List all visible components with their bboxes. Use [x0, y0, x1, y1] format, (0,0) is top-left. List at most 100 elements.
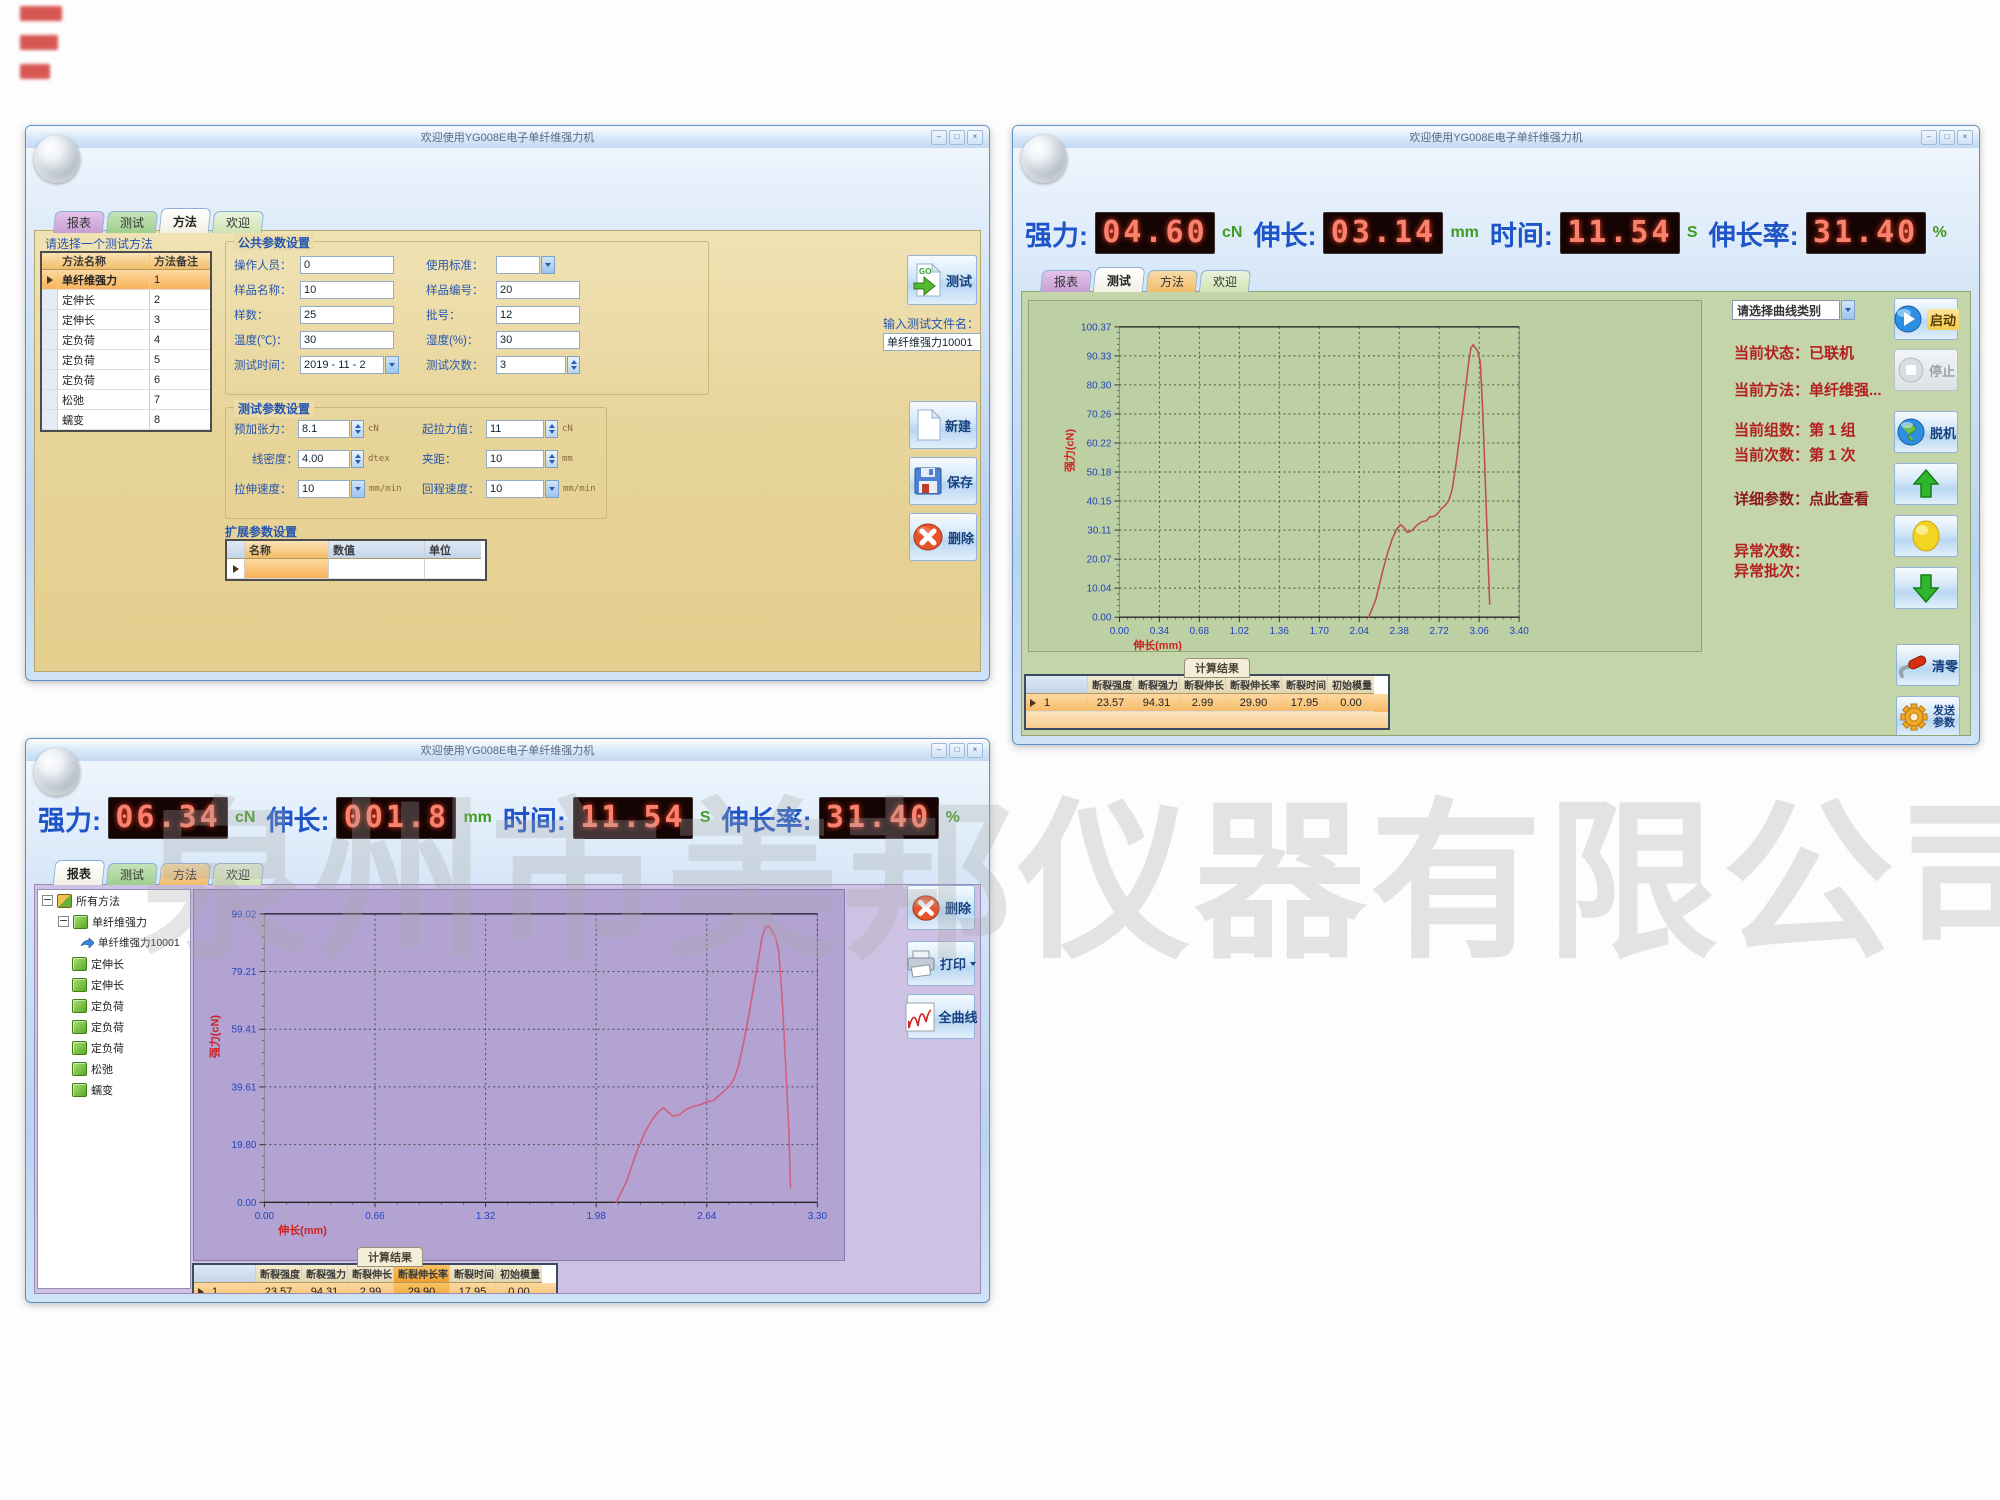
maximize-button[interactable]: □ — [1939, 130, 1955, 145]
field-label: 测试时间： — [234, 357, 300, 373]
tree-item[interactable]: 定负荷 — [38, 995, 190, 1016]
dropdown-arrow-icon[interactable] — [545, 480, 559, 498]
svg-text:0.00: 0.00 — [1092, 613, 1112, 624]
result-table: 断裂强度 断裂强力 断裂伸长 断裂伸长率 断裂时间 初始模量 1 23.57 9… — [1024, 674, 1390, 730]
method-row-selected[interactable]: 单纤维强力 1 — [42, 270, 210, 290]
tree-item[interactable]: 定伸长 — [38, 974, 190, 995]
print-button[interactable]: 打印 — [907, 941, 975, 986]
collapse-icon[interactable] — [58, 916, 69, 927]
tab-welcome[interactable]: 欢迎 — [212, 211, 264, 233]
delete-button[interactable]: 删除 — [909, 513, 977, 561]
spinner-control[interactable] — [351, 420, 364, 438]
crosshead-up-button[interactable] — [1894, 463, 1958, 505]
dropdown-arrow-icon[interactable] — [1841, 300, 1855, 320]
delete-button[interactable]: 删除 — [907, 885, 975, 930]
tab-method[interactable]: 方法 — [1146, 270, 1198, 292]
run-test-button[interactable]: GO 测试 — [907, 255, 977, 305]
sample-name-field[interactable]: 10 — [300, 281, 394, 299]
new-button[interactable]: 新建 — [909, 401, 977, 449]
method-row[interactable]: 蠕变 8 — [42, 410, 210, 430]
result-row[interactable]: 1 23.57 94.31 2.99 29.90 17.95 0.00 — [194, 1283, 556, 1294]
method-row[interactable]: 定负荷 6 — [42, 370, 210, 390]
row-marker-icon — [1030, 699, 1036, 707]
ext-params-row[interactable] — [227, 559, 485, 579]
tab-report[interactable]: 报表 — [53, 860, 106, 885]
date-dropdown-icon[interactable] — [385, 356, 399, 374]
tab-test[interactable]: 测试 — [106, 211, 158, 233]
gauge-length-field[interactable]: 10 — [486, 450, 544, 468]
temperature-field[interactable]: 30 — [300, 331, 394, 349]
spinner-control[interactable] — [351, 450, 364, 468]
tab-test[interactable]: 测试 — [106, 863, 158, 885]
collapse-icon[interactable] — [42, 895, 53, 906]
tree-item-group[interactable]: 单纤维强力 — [38, 911, 190, 932]
tab-test[interactable]: 测试 — [1093, 267, 1146, 292]
humidity-field[interactable]: 30 — [496, 331, 580, 349]
tab-report[interactable]: 报表 — [1040, 270, 1092, 292]
tree-root-all-methods[interactable]: 所有方法 — [38, 890, 190, 911]
start-force-field[interactable]: 11 — [486, 420, 544, 438]
return-speed-field[interactable]: 10 — [486, 480, 544, 498]
tree-item[interactable]: 定负荷 — [38, 1037, 190, 1058]
tab-welcome[interactable]: 欢迎 — [212, 863, 264, 885]
method-row[interactable]: 定负荷 4 — [42, 330, 210, 350]
status-detail-link[interactable]: 详细参数：点此查看 — [1734, 488, 1869, 509]
close-button[interactable]: × — [967, 130, 983, 145]
tree-item-file[interactable]: 单纤维强力10001 — [38, 932, 190, 953]
curve-type-select[interactable]: 请选择曲线类别 — [1732, 300, 1855, 320]
close-button[interactable]: × — [967, 743, 983, 758]
close-button[interactable]: × — [1957, 130, 1973, 145]
linear-density-field[interactable]: 4.00 — [298, 450, 350, 468]
spinner-control[interactable] — [545, 450, 558, 468]
full-curve-button[interactable]: 全曲线 — [907, 994, 975, 1039]
minimize-button[interactable]: – — [931, 743, 947, 758]
maximize-button[interactable]: □ — [949, 130, 965, 145]
method-row[interactable]: 松弛 7 — [42, 390, 210, 410]
tree-item[interactable]: 蠕变 — [38, 1079, 190, 1100]
test-date-field[interactable]: 2019 - 11 - 2 — [300, 356, 384, 374]
tree-item[interactable]: 松弛 — [38, 1058, 190, 1079]
test-tab-content: 0.0010.0420.0730.1140.1550.1860.2270.268… — [1021, 291, 1971, 736]
svg-text:0.00: 0.00 — [255, 1211, 275, 1222]
zero-clear-button[interactable]: 清零 — [1896, 644, 1960, 686]
result-row[interactable]: 1 23.57 94.31 2.99 29.90 17.95 0.00 — [1026, 694, 1388, 712]
tab-method[interactable]: 方法 — [159, 208, 212, 233]
batch-no-field[interactable]: 12 — [496, 306, 580, 324]
folder-icon — [73, 915, 88, 929]
method-row[interactable]: 定伸长 3 — [42, 310, 210, 330]
stop-button[interactable]: 停止 — [1894, 349, 1958, 391]
stretch-speed-field[interactable]: 10 — [298, 480, 350, 498]
maximize-button[interactable]: □ — [949, 743, 965, 758]
file-name-input[interactable]: 单纤维强力10001 — [883, 333, 981, 351]
sample-no-field[interactable]: 20 — [496, 281, 580, 299]
operator-field[interactable]: 0 — [300, 256, 394, 274]
dropdown-arrow-icon[interactable] — [541, 256, 555, 274]
tab-report[interactable]: 报表 — [53, 211, 105, 233]
start-button[interactable]: 启动 — [1894, 298, 1958, 340]
minimize-button[interactable]: – — [931, 130, 947, 145]
folder-icon — [72, 957, 87, 971]
crosshead-down-button[interactable] — [1894, 567, 1958, 609]
standard-field[interactable] — [496, 256, 540, 274]
minimize-button[interactable]: – — [1921, 130, 1937, 145]
method-row[interactable]: 定负荷 5 — [42, 350, 210, 370]
spinner-control[interactable] — [545, 420, 558, 438]
save-button[interactable]: 保存 — [909, 457, 977, 505]
dropdown-arrow-icon[interactable] — [351, 480, 365, 498]
send-params-button[interactable]: 发送参数 — [1896, 696, 1960, 736]
method-row[interactable]: 定伸长 2 — [42, 290, 210, 310]
report-window: 欢迎使用YG008E电子单纤维强力机 – □ × 强力: 06.34 cN 伸长… — [25, 738, 990, 1303]
svg-text:伸长(mm): 伸长(mm) — [277, 1223, 327, 1237]
tree-item[interactable]: 定负荷 — [38, 1016, 190, 1037]
play-icon — [1893, 304, 1923, 334]
crosshead-stop-button[interactable] — [1894, 515, 1958, 557]
tree-item[interactable]: 定伸长 — [38, 953, 190, 974]
offline-button[interactable]: 脱机 — [1894, 411, 1958, 453]
window-title: 欢迎使用YG008E电子单纤维强力机 — [26, 126, 989, 148]
pretension-field[interactable]: 8.1 — [298, 420, 350, 438]
tab-welcome[interactable]: 欢迎 — [1199, 270, 1251, 292]
sample-count-field[interactable]: 25 — [300, 306, 394, 324]
tab-method[interactable]: 方法 — [159, 863, 211, 885]
test-times-field[interactable]: 3 — [496, 356, 566, 374]
spinner-control[interactable] — [567, 356, 580, 374]
